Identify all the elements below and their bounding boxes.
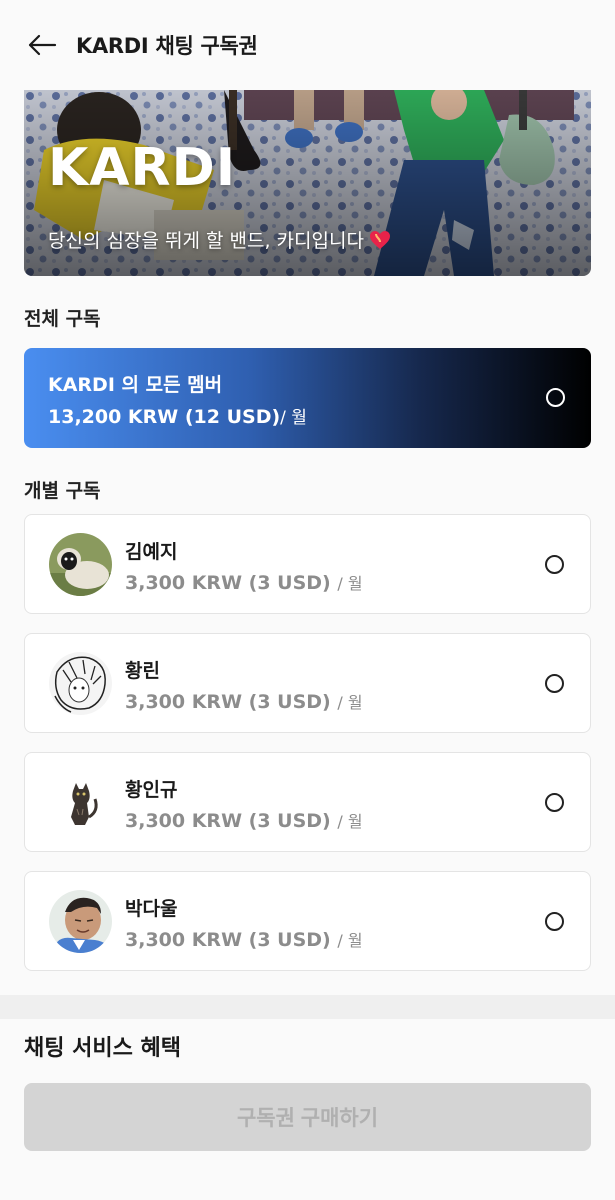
member-price-unit: / 월 <box>337 574 363 593</box>
app-header: KARDI 채팅 구독권 <box>0 0 615 90</box>
radio-unchecked-icon[interactable] <box>545 674 564 693</box>
member-name: 김예지 <box>125 541 178 563</box>
member-price-unit: / 월 <box>337 693 363 712</box>
arrow-left-icon <box>28 34 57 56</box>
avatar <box>49 890 112 953</box>
avatar <box>49 652 112 715</box>
radio-unchecked-icon[interactable] <box>545 555 564 574</box>
benefits-title: 채팅 서비스 혜택 <box>24 1036 181 1061</box>
manga-sketch-avatar-image <box>49 652 112 715</box>
member-subscription-option[interactable]: 황린 3,300 KRW (3 USD) / 월 <box>24 633 591 733</box>
member-price-line: 3,300 KRW (3 USD) / 월 <box>125 927 363 951</box>
cat-avatar-image <box>49 771 112 834</box>
radio-unchecked-icon[interactable] <box>546 388 565 407</box>
member-name: 박다울 <box>125 898 178 920</box>
banner-artist-name: KARDI <box>48 138 237 198</box>
member-price: 3,300 KRW (3 USD) <box>125 810 331 832</box>
member-price-line: 3,300 KRW (3 USD) / 월 <box>125 570 363 594</box>
member-price-unit: / 월 <box>337 931 363 950</box>
all-members-price-unit: / 월 <box>280 408 307 428</box>
member-subscription-option[interactable]: 박다울 3,300 KRW (3 USD) / 월 <box>24 871 591 971</box>
banner-tagline-text: 당신의 심장을 뛰게 할 밴드, 카디입니다 <box>48 230 364 252</box>
member-price: 3,300 KRW (3 USD) <box>125 929 331 951</box>
member-price: 3,300 KRW (3 USD) <box>125 691 331 713</box>
all-members-label: KARDI 의 모든 멤버 <box>48 374 223 396</box>
sheep-avatar-image <box>49 533 112 596</box>
purchase-subscription-button[interactable]: 구독권 구매하기 <box>24 1083 591 1151</box>
member-price-line: 3,300 KRW (3 USD) / 월 <box>125 808 363 832</box>
section-title-individual: 개별 구독 <box>24 480 101 502</box>
member-price-unit: / 월 <box>337 812 363 831</box>
back-button[interactable] <box>24 27 60 63</box>
member-price-line: 3,300 KRW (3 USD) / 월 <box>125 689 363 713</box>
member-name: 황린 <box>125 660 160 682</box>
member-subscription-option[interactable]: 황인규 3,300 KRW (3 USD) / 월 <box>24 752 591 852</box>
banner-tagline: 당신의 심장을 뛰게 할 밴드, 카디입니다 <box>48 226 392 253</box>
member-price: 3,300 KRW (3 USD) <box>125 572 331 594</box>
all-members-price: 13,200 KRW (12 USD) <box>48 406 281 428</box>
radio-unchecked-icon[interactable] <box>545 793 564 812</box>
avatar <box>49 533 112 596</box>
member-name: 황인규 <box>125 779 178 801</box>
avatar <box>49 771 112 834</box>
person-avatar-image <box>49 890 112 953</box>
artist-banner: KARDI 당신의 심장을 뛰게 할 밴드, 카디입니다 <box>24 90 591 276</box>
section-title-all: 전체 구독 <box>24 308 101 330</box>
heart-icon <box>369 230 390 249</box>
all-members-subscription-option[interactable]: KARDI 의 모든 멤버 13,200 KRW (12 USD)/ 월 <box>24 348 591 448</box>
all-members-price-line: 13,200 KRW (12 USD)/ 월 <box>48 403 307 428</box>
section-divider <box>0 995 615 1019</box>
radio-unchecked-icon[interactable] <box>545 912 564 931</box>
page-title: KARDI 채팅 구독권 <box>76 34 258 58</box>
member-subscription-option[interactable]: 김예지 3,300 KRW (3 USD) / 월 <box>24 514 591 614</box>
